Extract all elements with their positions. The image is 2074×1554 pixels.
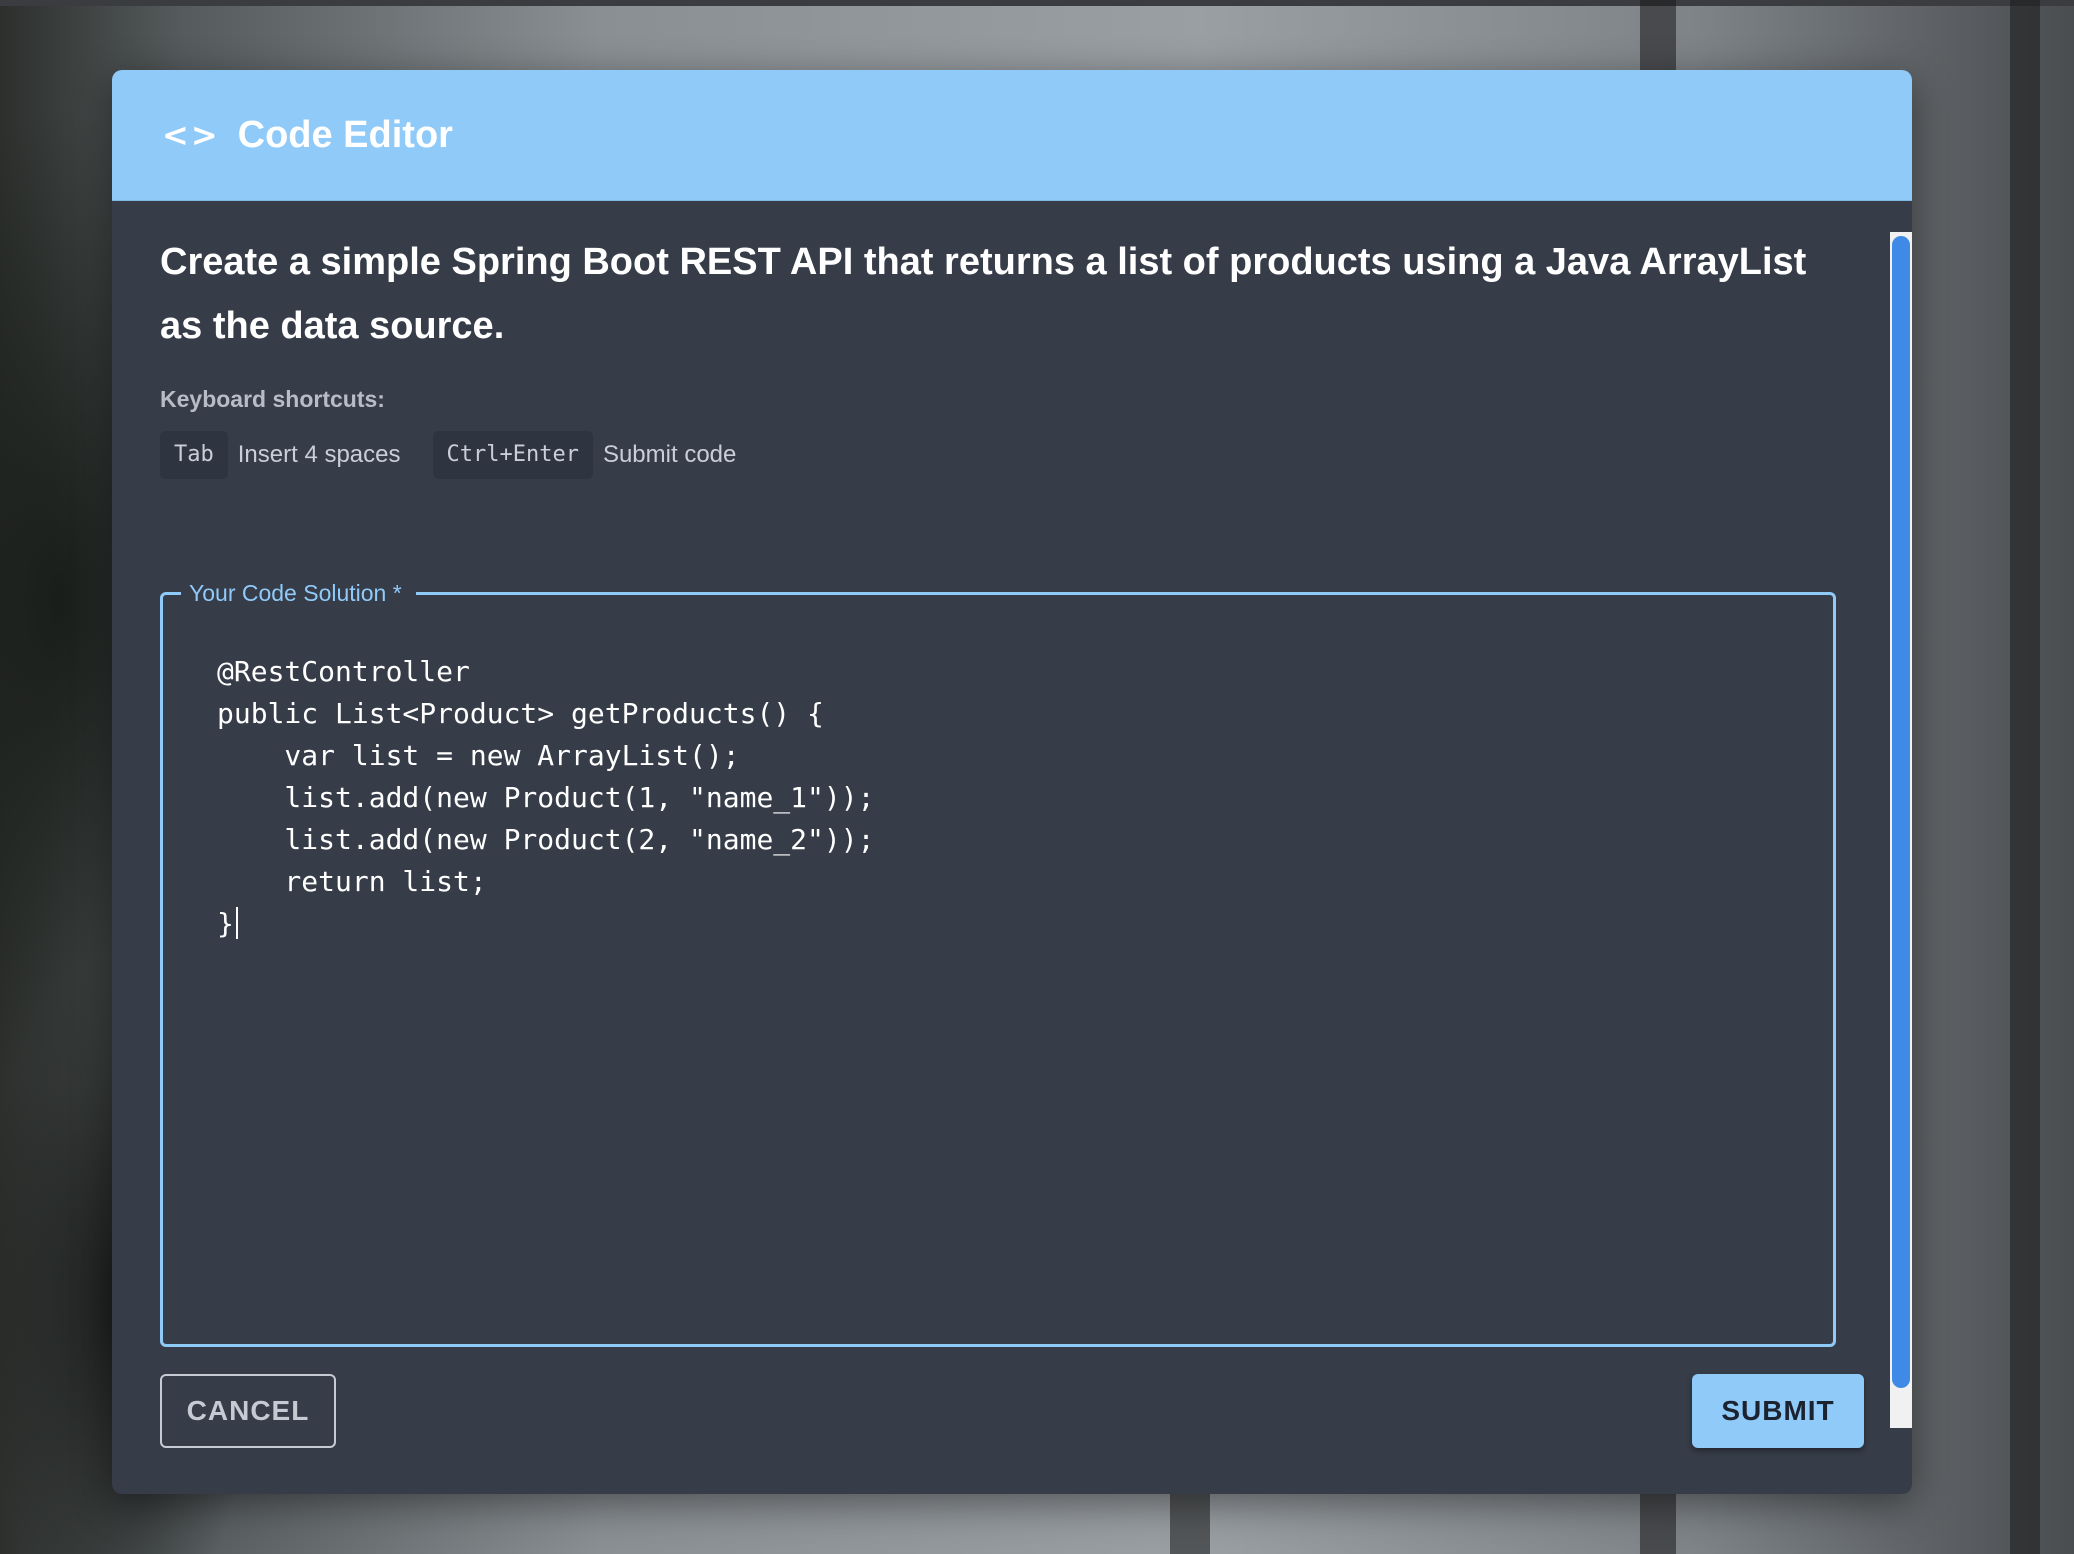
task-prompt: Create a simple Spring Boot REST API tha… bbox=[160, 241, 1807, 347]
code-editor-dialog: <> Code Editor Create a simple Spring Bo… bbox=[112, 70, 1912, 1494]
dialog-body: Create a simple Spring Boot REST API tha… bbox=[160, 230, 1840, 1347]
text-caret bbox=[235, 907, 238, 939]
dialog-header: <> Code Editor bbox=[112, 70, 1912, 201]
dialog-title: Code Editor bbox=[237, 113, 453, 156]
window-frame bbox=[1170, 1490, 1210, 1554]
code-field-label: Your Code Solution * bbox=[181, 577, 416, 609]
shortcut-key-tab: Tab bbox=[160, 431, 228, 479]
shortcut-desc-tab: Insert 4 spaces bbox=[237, 441, 401, 468]
shortcut-desc-ctrl-enter: Submit code bbox=[602, 441, 737, 468]
code-solution-field[interactable]: Your Code Solution * @RestController pub… bbox=[160, 577, 1836, 1347]
code-textarea[interactable]: @RestController public List<Product> get… bbox=[217, 651, 874, 945]
top-edge bbox=[0, 0, 2074, 6]
code-content: @RestController public List<Product> get… bbox=[217, 655, 875, 940]
submit-button[interactable]: SUBMIT bbox=[1692, 1374, 1864, 1448]
shortcut-key-ctrl-enter: Ctrl+Enter bbox=[432, 431, 593, 479]
scrollbar-thumb[interactable] bbox=[1892, 236, 1910, 1388]
cancel-button[interactable]: CANCEL bbox=[160, 1374, 336, 1448]
shortcuts-list: Tab Insert 4 spaces Ctrl+Enter Submit co… bbox=[160, 431, 1840, 479]
shortcuts-label: Keyboard shortcuts: bbox=[160, 386, 385, 412]
window-frame bbox=[2010, 0, 2040, 1554]
code-icon: <> bbox=[162, 116, 220, 154]
